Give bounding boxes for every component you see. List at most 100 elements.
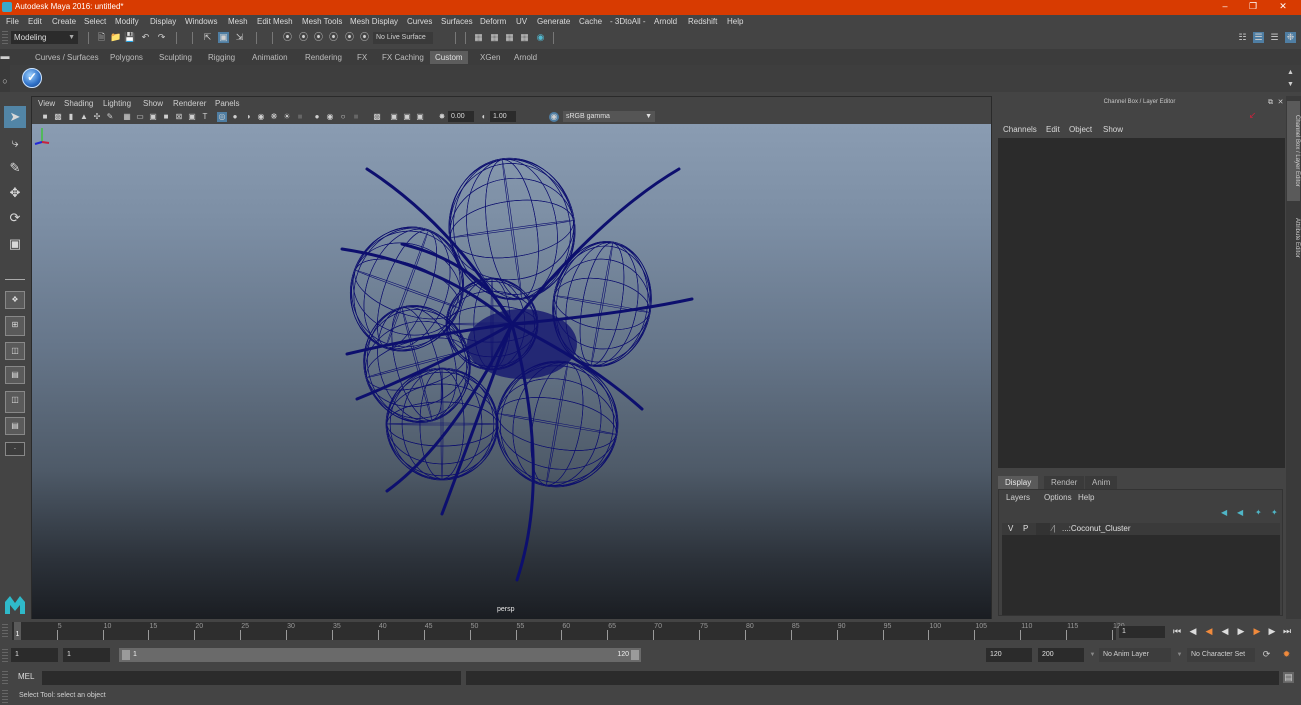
textured-icon[interactable]: ◉ [256, 112, 266, 122]
snap-view-plane-icon[interactable]: ⦿ [344, 32, 355, 43]
menu-select[interactable]: Select [84, 17, 106, 26]
playback-end-field[interactable]: 120 [986, 648, 1032, 662]
select-by-component-icon[interactable]: ⇲ [234, 32, 245, 43]
film-gate-icon[interactable]: ▭ [135, 112, 145, 122]
live-surface-field[interactable]: No Live Surface [373, 32, 433, 44]
modeling-toolkit-icon[interactable]: ☷ [1237, 32, 1248, 43]
menu-file[interactable]: File [6, 17, 19, 26]
persp-outliner-layout-icon[interactable]: ◫ [5, 391, 25, 413]
persp-graph-hypershade-layout-icon[interactable]: ▤ [5, 417, 25, 435]
menu-redshift[interactable]: Redshift [688, 17, 717, 26]
close-panel-icon[interactable]: ✕ [1275, 97, 1286, 108]
shelf-tab-curves-surfaces[interactable]: Curves / Surfaces [30, 51, 104, 64]
redo-icon[interactable]: ↷ [156, 32, 167, 43]
step-forward-key-icon[interactable]: ▶ [1251, 625, 1263, 637]
backface-culling-icon[interactable]: ▣ [415, 112, 425, 122]
shelf-tab-rendering[interactable]: Rendering [300, 51, 347, 64]
motion-blur-icon[interactable]: ● [312, 112, 322, 122]
help-line-grip[interactable] [2, 690, 8, 704]
layer-tab-anim[interactable]: Anim [1085, 476, 1118, 489]
time-slider-grip[interactable] [2, 624, 8, 638]
manipulator-axis-icon[interactable]: ↙ [1247, 110, 1258, 121]
resolution-gate-icon[interactable]: ▣ [148, 112, 158, 122]
range-start-handle[interactable] [122, 650, 130, 660]
isolate-select-icon[interactable]: ▩ [372, 112, 382, 122]
layer-options-menu[interactable]: Options [1044, 493, 1072, 502]
undo-icon[interactable]: ↶ [140, 32, 151, 43]
menu-3dtoall[interactable]: - 3DtoAll - [610, 17, 646, 26]
exposure-icon[interactable]: ✸ [437, 112, 447, 122]
camera-attributes-icon[interactable]: ▩ [53, 112, 63, 122]
channels-edit-menu[interactable]: Edit [1046, 125, 1060, 134]
grease-pencil-icon[interactable]: ✎ [105, 112, 115, 122]
menu-modify[interactable]: Modify [115, 17, 139, 26]
snap-grid-icon[interactable]: ⦿ [282, 32, 293, 43]
shelf-tab-animation[interactable]: Animation [247, 51, 293, 64]
shelf-tab-rigging[interactable]: Rigging [203, 51, 240, 64]
viewport-menu-panels[interactable]: Panels [215, 99, 239, 108]
snap-projected-center-icon[interactable]: ⦿ [328, 32, 339, 43]
safe-action-icon[interactable]: ▣ [187, 112, 197, 122]
viewport-menu-shading[interactable]: Shading [64, 99, 93, 108]
color-space-dropdown[interactable]: sRGB gamma ▼ [563, 111, 655, 122]
shelf-tab-fx[interactable]: FX [352, 51, 372, 64]
menu-generate[interactable]: Generate [537, 17, 570, 26]
xray-joints-icon[interactable]: ▣ [389, 112, 399, 122]
make-live-icon[interactable]: ⦿ [359, 32, 370, 43]
viewport-menu-renderer[interactable]: Renderer [173, 99, 206, 108]
2d-pan-zoom-icon[interactable]: ✣ [92, 112, 102, 122]
shadows-icon[interactable]: ☀ [282, 112, 292, 122]
shelf-tab-fx-caching[interactable]: FX Caching [377, 51, 429, 64]
image-plane-icon[interactable]: ▲ [79, 112, 89, 122]
move-tool-icon[interactable]: ✥ [4, 182, 26, 204]
hypershade-icon[interactable]: ◉ [535, 32, 546, 43]
gamma-icon[interactable]: ◐ [479, 112, 489, 122]
channel-list[interactable] [998, 138, 1285, 468]
coconut-cluster-wireframe[interactable] [32, 124, 991, 619]
shelf-tab-custom[interactable]: Custom [430, 51, 468, 64]
bookmarks-icon[interactable]: ▮ [66, 112, 76, 122]
lasso-tool-icon[interactable]: ⤷ [4, 132, 26, 154]
attribute-editor-toggle-icon[interactable]: ❉ [1285, 32, 1296, 43]
menu-cache[interactable]: Cache [579, 17, 602, 26]
animation-preferences-icon[interactable]: ✹ [1281, 649, 1292, 660]
side-tab-attribute-editor[interactable]: Attribute Editor [1287, 208, 1300, 268]
menu-mesh[interactable]: Mesh [228, 17, 248, 26]
animation-end-field[interactable]: 200 [1038, 648, 1084, 662]
snap-curve-icon[interactable]: ⦿ [298, 32, 309, 43]
menu-curves[interactable]: Curves [407, 17, 432, 26]
open-scene-icon[interactable]: 📁 [110, 32, 121, 43]
menu-uv[interactable]: UV [516, 17, 527, 26]
menu-set-dropdown[interactable]: Modeling ▼ [11, 31, 78, 44]
snap-point-icon[interactable]: ⦿ [313, 32, 324, 43]
tool-settings-toggle-icon[interactable]: ☰ [1269, 32, 1280, 43]
use-all-lights-icon[interactable]: ❋ [269, 112, 279, 122]
channels-show-menu[interactable]: Show [1103, 125, 1123, 134]
viewport-menu-lighting[interactable]: Lighting [103, 99, 131, 108]
render-view-icon[interactable]: ▦ [473, 32, 484, 43]
layer-playback-toggle[interactable]: P [1023, 523, 1028, 535]
menu-create[interactable]: Create [52, 17, 76, 26]
field-chart-icon[interactable]: ⊠ [174, 112, 184, 122]
layer-help-menu[interactable]: Help [1078, 493, 1094, 502]
step-forward-frame-icon[interactable]: ▶ [1266, 625, 1278, 637]
shelf-menu-icon[interactable]: ▬ [0, 51, 10, 62]
new-layer-icon[interactable]: ✦ [1255, 509, 1267, 517]
command-line-grip[interactable] [2, 671, 8, 685]
anim-layer-dropdown[interactable]: No Anim Layer [1099, 648, 1171, 662]
scale-tool-icon[interactable]: ▣ [4, 233, 26, 255]
step-back-key-icon[interactable]: ◀ [1203, 625, 1215, 637]
wireframe-on-shaded-icon[interactable]: ◑ [243, 112, 253, 122]
four-pane-layout-icon[interactable]: ⊞ [5, 316, 25, 336]
script-editor-icon[interactable]: ▤ [1283, 672, 1294, 683]
menu-surfaces[interactable]: Surfaces [441, 17, 473, 26]
menu-mesh-display[interactable]: Mesh Display [350, 17, 398, 26]
time-slider-track[interactable]: 1 5 10 15 20 25 30 35 40 45 50 55 60 65 70 75 80 85 90 95 1… [12, 622, 1125, 640]
grid-icon[interactable]: ▦ [122, 112, 132, 122]
paint-select-tool-icon[interactable]: ✎ [4, 157, 26, 179]
layer-tab-render[interactable]: Render [1044, 476, 1085, 489]
new-scene-icon[interactable]: 🗎 [96, 32, 107, 43]
render-current-frame-icon[interactable]: ▦ [489, 32, 500, 43]
perspective-viewport[interactable]: persp [32, 124, 991, 619]
animation-start-field[interactable]: 1 [11, 648, 58, 662]
